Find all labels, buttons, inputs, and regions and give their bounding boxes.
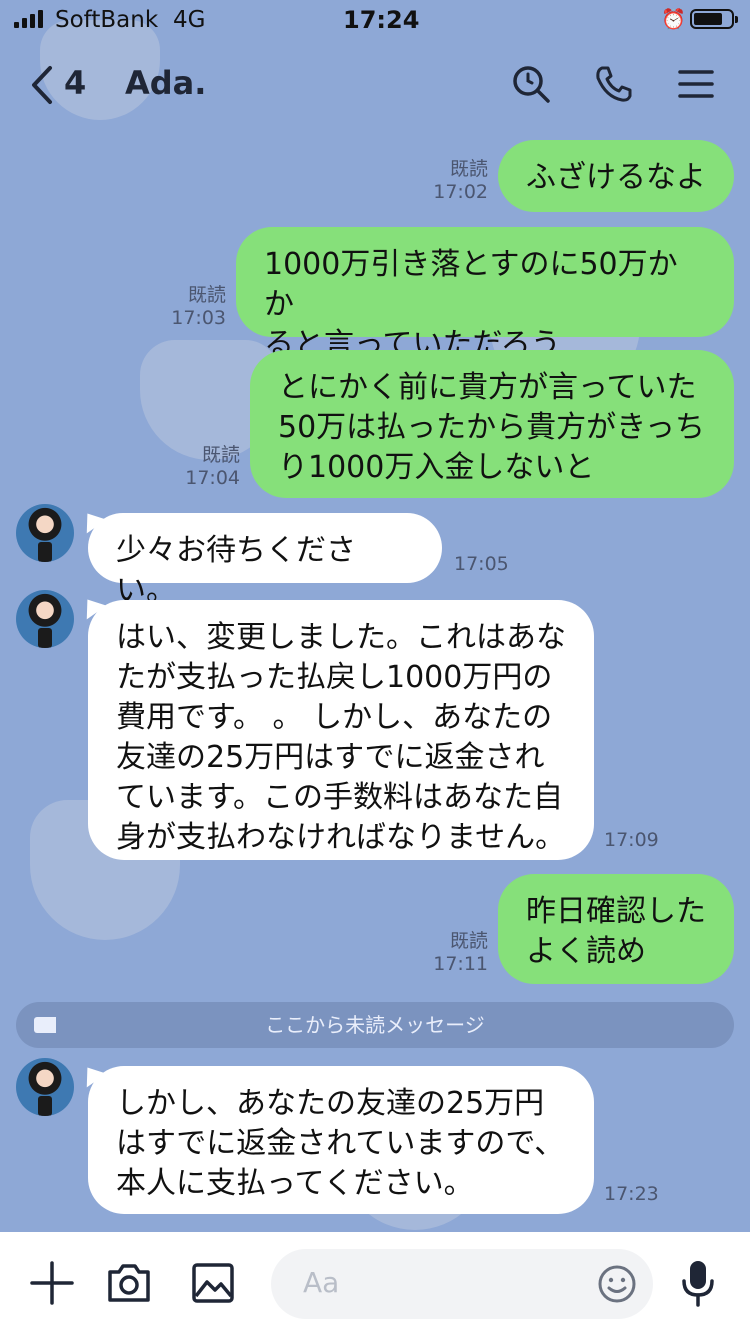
message-meta: 既読 17:04 bbox=[162, 444, 240, 490]
read-receipt: 既読 bbox=[201, 444, 240, 466]
message-text-line: はすでに返金されていますので、 bbox=[116, 1126, 565, 1161]
message-text-line: り1000万入金しないと bbox=[278, 450, 595, 485]
message-text-line: 少々お待ちください。 bbox=[116, 533, 356, 608]
avatar[interactable] bbox=[16, 1058, 74, 1116]
plus-icon[interactable] bbox=[30, 1261, 74, 1305]
message-bubble-incoming[interactable]: はい、変更しました。これはあな たが支払った払戻し1000万円の 費用です。 。… bbox=[88, 600, 594, 860]
signal-icon bbox=[14, 10, 43, 28]
message-text-line: とにかく前に貴方が言っていた bbox=[278, 370, 697, 405]
battery-icon bbox=[690, 9, 738, 29]
message-text-line: 50万は払ったから貴方がきっち bbox=[278, 410, 705, 445]
message-text-line: ふざけるなよ bbox=[526, 160, 706, 195]
message-bubble-incoming[interactable]: 少々お待ちください。 bbox=[88, 513, 442, 608]
message-text-line: ています。この手数料はあなた自 bbox=[116, 780, 563, 815]
unread-divider-label: ここから未読メッセージ bbox=[265, 1013, 485, 1037]
message-meta: 既読 17:03 bbox=[148, 284, 226, 330]
status-time: 17:24 bbox=[343, 6, 420, 34]
message-text-line: はい、変更しました。これはあな bbox=[116, 620, 566, 655]
avatar[interactable] bbox=[16, 504, 74, 562]
message-text-line: たが支払った払戻し1000万円の bbox=[116, 660, 553, 695]
message-bubble-outgoing[interactable]: 1000万引き落とすのに50万かか ると言っていただろう bbox=[236, 227, 734, 362]
message-text-line: 費用です。 。 しかし、あなたの bbox=[116, 700, 553, 735]
chevron-left-icon[interactable] bbox=[28, 64, 58, 106]
camera-icon[interactable] bbox=[106, 1262, 152, 1304]
message-text-line: 友達の25万円はすでに返金され bbox=[116, 740, 545, 775]
unread-count[interactable]: 4 bbox=[64, 64, 86, 102]
message-time: 17:02 bbox=[433, 181, 488, 203]
search-icon[interactable] bbox=[511, 64, 551, 104]
avatar[interactable] bbox=[16, 590, 74, 648]
message-bubble-incoming[interactable]: しかし、あなたの友達の25万円 はすでに返金されていますので、 本人に支払ってく… bbox=[88, 1066, 594, 1214]
message-text-line: 1000万引き落とすのに50万かか bbox=[264, 247, 678, 322]
message-text-line: 本人に支払ってください。 bbox=[116, 1166, 474, 1201]
message-bubble-outgoing[interactable]: 昨日確認した よく読め bbox=[498, 874, 734, 984]
contact-name[interactable]: Ada. bbox=[125, 64, 206, 102]
image-icon[interactable] bbox=[191, 1262, 235, 1304]
emoji-icon[interactable] bbox=[597, 1264, 637, 1304]
carrier-name: SoftBank bbox=[55, 7, 159, 33]
chat-header: 4 Ada. bbox=[0, 42, 750, 128]
tag-icon bbox=[34, 1017, 56, 1033]
message-time: 17:09 bbox=[604, 829, 659, 851]
message-meta: 既読 17:11 bbox=[410, 930, 488, 976]
message-input-bar: Aa bbox=[0, 1232, 750, 1334]
network-type: 4G bbox=[173, 7, 206, 33]
status-bar: SoftBank 4G 17:24 ⏰ bbox=[0, 0, 750, 42]
read-receipt: 既読 bbox=[449, 930, 488, 952]
message-time: 17:04 bbox=[185, 467, 240, 489]
message-input[interactable]: Aa bbox=[271, 1249, 653, 1319]
message-text-line: 身が支払わなければなりません。 bbox=[116, 820, 566, 855]
message-bubble-outgoing[interactable]: ふざけるなよ bbox=[498, 140, 734, 212]
message-bubble-outgoing[interactable]: とにかく前に貴方が言っていた 50万は払ったから貴方がきっち り1000万入金し… bbox=[250, 350, 734, 498]
message-text-line: 昨日確認した bbox=[526, 894, 706, 929]
menu-icon[interactable] bbox=[676, 64, 716, 104]
message-time: 17:11 bbox=[433, 953, 488, 975]
unread-divider: ここから未読メッセージ bbox=[16, 1002, 734, 1048]
message-meta: 既読 17:02 bbox=[410, 158, 488, 204]
message-text-line: しかし、あなたの友達の25万円 bbox=[116, 1086, 545, 1121]
message-time: 17:23 bbox=[604, 1183, 659, 1205]
chat-screen: SoftBank 4G 17:24 ⏰ 4 Ada. 既読 17:02 ふざける… bbox=[0, 0, 750, 1334]
message-input-placeholder: Aa bbox=[303, 1266, 340, 1299]
microphone-icon[interactable] bbox=[680, 1259, 716, 1307]
alarm-icon: ⏰ bbox=[661, 7, 686, 31]
read-receipt: 既読 bbox=[449, 158, 488, 180]
message-time: 17:03 bbox=[171, 307, 226, 329]
read-receipt: 既読 bbox=[187, 284, 226, 306]
message-time: 17:05 bbox=[454, 553, 509, 575]
message-text-line: よく読め bbox=[526, 934, 646, 969]
phone-icon[interactable] bbox=[594, 64, 634, 104]
